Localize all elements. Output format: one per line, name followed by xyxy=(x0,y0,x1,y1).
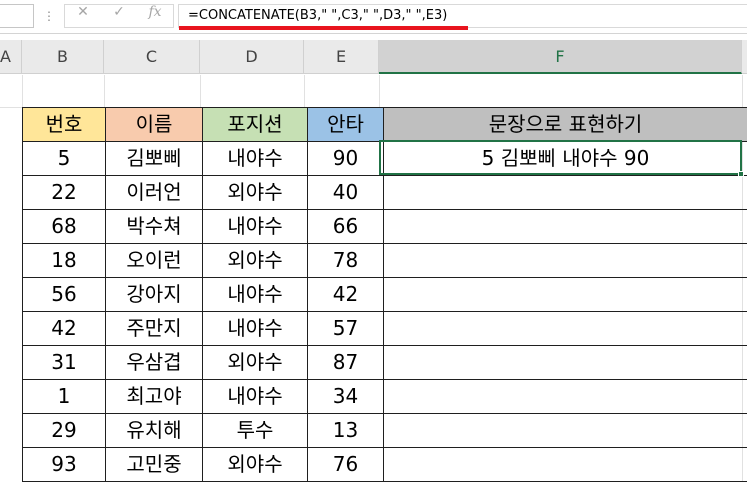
header-number[interactable]: 번호 xyxy=(23,108,106,142)
cancel-icon[interactable]: ✕ xyxy=(68,4,98,20)
cell-number[interactable]: 18 xyxy=(23,244,106,278)
cell-hits[interactable]: 57 xyxy=(308,312,384,346)
column-header-b[interactable]: B xyxy=(22,40,104,74)
cell-sentence[interactable] xyxy=(384,244,747,278)
table-row: 29 유치해 투수 13 xyxy=(23,414,747,448)
cell-hits[interactable]: 66 xyxy=(308,210,384,244)
table-row: 18 오이런 외야수 78 xyxy=(23,244,747,278)
cell-hits[interactable]: 34 xyxy=(308,380,384,414)
cell-number[interactable]: 68 xyxy=(23,210,106,244)
cell-position[interactable]: 외야수 xyxy=(203,346,308,380)
cell-hits[interactable]: 42 xyxy=(308,278,384,312)
formula-text: =CONCATENATE(B3," ",C3," ",D3," ",E3) xyxy=(188,8,448,23)
table-row: 68 박수쳐 내야수 66 xyxy=(23,210,747,244)
gridline xyxy=(104,75,105,107)
cell-position[interactable]: 내야수 xyxy=(203,278,308,312)
cell-number[interactable]: 31 xyxy=(23,346,106,380)
table-row: 93 고민중 외야수 76 xyxy=(23,448,747,482)
header-hits[interactable]: 안타 xyxy=(308,108,384,142)
column-header-a[interactable]: A xyxy=(0,40,22,74)
cell-position[interactable]: 내야수 xyxy=(203,210,308,244)
cell-name[interactable]: 박수쳐 xyxy=(106,210,203,244)
cell-name[interactable]: 최고야 xyxy=(106,380,203,414)
cell-hits[interactable]: 76 xyxy=(308,448,384,482)
header-position[interactable]: 포지션 xyxy=(203,108,308,142)
cell-number[interactable]: 42 xyxy=(23,312,106,346)
cell-name[interactable]: 주만지 xyxy=(106,312,203,346)
header-name[interactable]: 이름 xyxy=(106,108,203,142)
cell-name[interactable]: 고민중 xyxy=(106,448,203,482)
column-header-e[interactable]: E xyxy=(304,40,379,74)
gridline xyxy=(379,75,380,107)
gridline xyxy=(304,75,305,107)
cell-name[interactable]: 강아지 xyxy=(106,278,203,312)
cell-position[interactable]: 내야수 xyxy=(203,312,308,346)
fill-handle[interactable] xyxy=(738,171,744,177)
cell-name[interactable]: 이러언 xyxy=(106,176,203,210)
cell-sentence[interactable] xyxy=(384,448,747,482)
gridline xyxy=(200,75,201,107)
cell-name[interactable]: 오이런 xyxy=(106,244,203,278)
cell-sentence[interactable] xyxy=(384,176,747,210)
gridline xyxy=(22,75,23,107)
table-row: 1 최고야 내야수 34 xyxy=(23,380,747,414)
cell-name[interactable]: 김뽀삐 xyxy=(106,142,203,176)
cell-sentence[interactable] xyxy=(384,312,747,346)
formula-highlight-underline xyxy=(179,26,468,30)
cell-number[interactable]: 56 xyxy=(23,278,106,312)
cell-position[interactable]: 외야수 xyxy=(203,448,308,482)
cell-sentence[interactable] xyxy=(384,210,747,244)
cell-sentence[interactable] xyxy=(384,414,747,448)
table-row: 42 주만지 내야수 57 xyxy=(23,312,747,346)
cell-sentence[interactable] xyxy=(384,380,747,414)
cell-number[interactable]: 22 xyxy=(23,176,106,210)
table-body: 5 김뽀삐 내야수 90 5 김뽀삐 내야수 90 22 이러언 외야수 40 68 박수쳐 내야수 6… xyxy=(23,142,747,482)
cell-number[interactable]: 1 xyxy=(23,380,106,414)
active-cell-border xyxy=(379,140,742,175)
cell-name[interactable]: 유치해 xyxy=(106,414,203,448)
cell-position[interactable]: 내야수 xyxy=(203,142,308,176)
enter-icon[interactable]: ✓ xyxy=(104,4,134,20)
cell-number[interactable]: 93 xyxy=(23,448,106,482)
cell-position[interactable]: 투수 xyxy=(203,414,308,448)
name-box[interactable] xyxy=(0,4,34,28)
insert-function-icon[interactable]: fx xyxy=(140,4,170,20)
header-sentence[interactable]: 문장으로 표현하기 xyxy=(384,108,747,142)
table-row: 56 강아지 내야수 42 xyxy=(23,278,747,312)
cell-number[interactable]: 29 xyxy=(23,414,106,448)
cell-position[interactable]: 외야수 xyxy=(203,176,308,210)
cell-hits[interactable]: 13 xyxy=(308,414,384,448)
cell-sentence[interactable] xyxy=(384,346,747,380)
column-header-d[interactable]: D xyxy=(200,40,304,74)
cell-position[interactable]: 내야수 xyxy=(203,380,308,414)
cell-number[interactable]: 5 xyxy=(23,142,106,176)
cell-hits[interactable]: 87 xyxy=(308,346,384,380)
column-header-c[interactable]: C xyxy=(104,40,200,74)
cell-hits[interactable]: 40 xyxy=(308,176,384,210)
column-header-f[interactable]: F xyxy=(379,40,742,74)
name-box-menu-icon[interactable]: ⋮ xyxy=(42,7,56,25)
cell-hits[interactable]: 78 xyxy=(308,244,384,278)
cell-position[interactable]: 외야수 xyxy=(203,244,308,278)
cell-sentence[interactable] xyxy=(384,278,747,312)
table-row: 22 이러언 외야수 40 xyxy=(23,176,747,210)
table-row: 31 우삼겹 외야수 87 xyxy=(23,346,747,380)
cell-hits[interactable]: 90 xyxy=(308,142,384,176)
table-header-row: 번호 이름 포지션 안타 문장으로 표현하기 xyxy=(23,108,747,142)
cell-name[interactable]: 우삼겹 xyxy=(106,346,203,380)
